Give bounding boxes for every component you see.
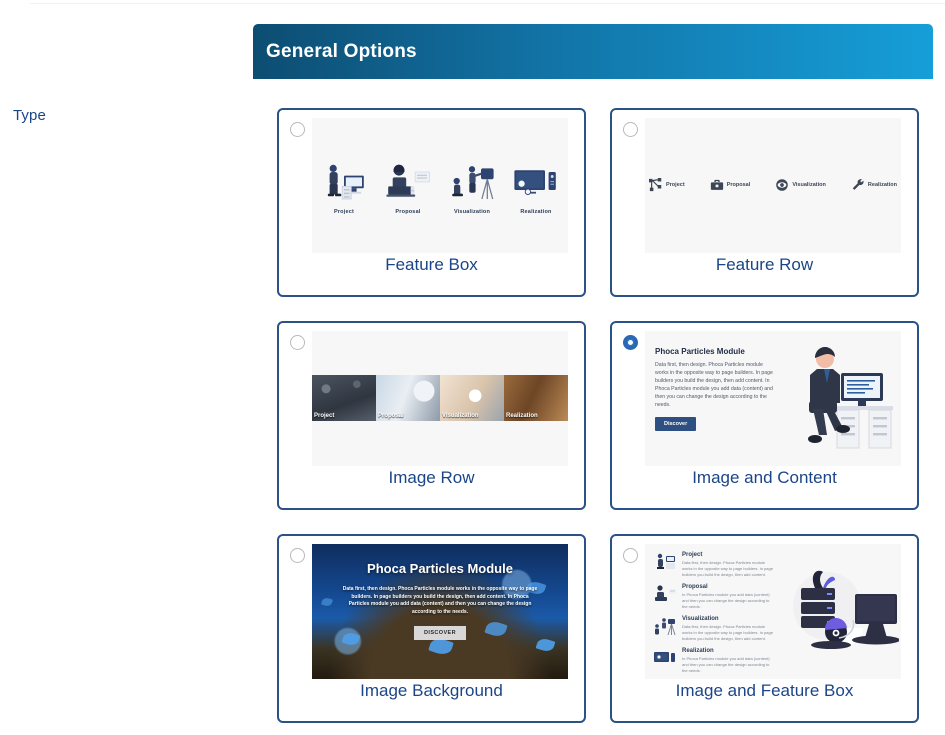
feature-row-item: Proposal: [710, 178, 751, 192]
image-row-item-caption: Realization: [506, 413, 538, 419]
item-heading: Visualization: [682, 616, 719, 622]
image-background-content: Phoca Particles Module Data first, then …: [312, 544, 568, 679]
man-at-desk-illustration: [779, 343, 897, 455]
feature-row-items: Project Proposal Visualization Realizati…: [649, 178, 897, 192]
feature-box-item: Realization: [504, 156, 568, 215]
feature-box-item-caption: Proposal: [395, 209, 421, 215]
preview-image-background: Phoca Particles Module Data first, then …: [312, 544, 568, 679]
general-options-panel: General Options: [253, 24, 933, 79]
item-heading: Project: [682, 552, 703, 558]
feature-box-item: Visualization: [440, 156, 504, 215]
feature-box-item: Project: [312, 156, 376, 215]
option-card-image-and-content[interactable]: Phoca Particles Module Data first, then …: [610, 321, 919, 510]
option-card-feature-row[interactable]: Project Proposal Visualization Realizati…: [610, 108, 919, 297]
option-label-image-and-feature-box: Image and Feature Box: [675, 681, 854, 700]
feature-row-item-caption: Project: [666, 182, 685, 188]
person-laptop-icon: [655, 585, 676, 601]
monitor-tower-illustration: [504, 156, 568, 204]
type-option-list: Project Proposal Visualization Realizati…: [277, 108, 919, 723]
feature-box-item-caption: Visualization: [453, 209, 491, 215]
image-and-content-text: Phoca Particles Module Data first, then …: [655, 347, 777, 432]
radio-image-and-content[interactable]: [623, 335, 638, 350]
image-background-body: Data first, then design. Phoca Particles…: [342, 586, 538, 615]
image-and-feature-box-item: Realization In Phoca Particles module yo…: [653, 648, 773, 674]
eye-icon: [776, 179, 789, 191]
option-label-image-background: Image Background: [360, 681, 503, 700]
image-row-items: Project Proposal Visualization Realizati…: [312, 375, 568, 421]
feature-row-item-caption: Realization: [867, 182, 897, 188]
image-and-feature-box-item: Visualization Data first, then design. P…: [653, 616, 773, 642]
preview-image-row: Project Proposal Visualization Realizati…: [312, 331, 568, 466]
image-and-feature-box-item: Project Data first, then design. Phoca P…: [653, 552, 773, 578]
preview-feature-box: Project Proposal Visualization Realizati…: [312, 118, 568, 253]
feature-row-item: Project: [649, 178, 685, 192]
type-field-label: Type: [13, 107, 46, 124]
option-label-image-and-content: Image and Content: [692, 468, 837, 487]
feature-row-item-caption: Visualization: [792, 182, 826, 188]
briefcase-icon: [710, 179, 723, 190]
option-label-feature-box: Feature Box: [385, 255, 478, 274]
option-card-image-row[interactable]: Project Proposal Visualization Realizati…: [277, 321, 586, 510]
item-body: Data first, then design. Phoca Particles…: [682, 624, 773, 641]
feature-row-item: Realization: [851, 178, 897, 192]
image-and-content-body: Data first, then design. Phoca Particles…: [655, 362, 773, 409]
radio-image-background[interactable]: [290, 548, 305, 563]
discover-button[interactable]: Discover: [655, 417, 697, 432]
image-row-item: Project: [312, 375, 376, 421]
feature-box-item-caption: Project: [333, 209, 355, 215]
item-heading: Proposal: [682, 584, 708, 590]
image-row-item-caption: Project: [314, 413, 335, 419]
item-body: In Phoca Particles module you add data (…: [682, 656, 770, 673]
image-row-item: Realization: [504, 375, 568, 421]
option-label-image-row: Image Row: [388, 468, 475, 487]
person-desk-illustration: [312, 156, 376, 204]
preview-image-and-feature-box: Project Data first, then design. Phoca P…: [645, 544, 901, 679]
option-card-image-and-feature-box[interactable]: Project Data first, then design. Phoca P…: [610, 534, 919, 723]
servers-monitor-mascot-illustration: [779, 566, 900, 661]
image-background-heading: Phoca Particles Module: [367, 561, 513, 576]
image-and-content-heading: Phoca Particles Module: [655, 347, 745, 356]
feature-box-item-caption: Realization: [520, 209, 552, 215]
radio-image-row[interactable]: [290, 335, 305, 350]
panel-header: General Options: [253, 24, 933, 79]
option-card-feature-box[interactable]: Project Proposal Visualization Realizati…: [277, 108, 586, 297]
option-card-image-background[interactable]: Phoca Particles Module Data first, then …: [277, 534, 586, 723]
discover-button[interactable]: DISCOVER: [414, 626, 466, 640]
panel-title: General Options: [266, 40, 417, 62]
photo-studio-illustration: [440, 156, 504, 204]
image-row-item: Visualization: [440, 375, 504, 421]
radio-feature-row[interactable]: [623, 122, 638, 137]
image-row-item-caption: Visualization: [442, 413, 479, 419]
wrench-icon: [852, 179, 864, 190]
feature-box-items: Project Proposal Visualization Realizati…: [312, 156, 568, 215]
feature-row-item: Visualization: [775, 178, 826, 192]
radio-feature-box[interactable]: [290, 122, 305, 137]
preview-feature-row: Project Proposal Visualization Realizati…: [645, 118, 901, 253]
image-row-item: Proposal: [376, 375, 440, 421]
image-and-feature-box-item: Proposal In Phoca Particles module you a…: [653, 584, 773, 610]
preview-image-and-content: Phoca Particles Module Data first, then …: [645, 331, 901, 466]
sitemap-icon: [649, 178, 662, 192]
image-row-item-caption: Proposal: [378, 413, 404, 419]
monitor-tower-icon: [654, 652, 675, 662]
feature-box-item: Proposal: [376, 156, 440, 215]
photo-studio-icon: [655, 618, 676, 636]
radio-image-and-feature-box[interactable]: [623, 548, 638, 563]
options-page: Type General Options Project Proposal Vi…: [0, 0, 945, 735]
top-divider: [30, 3, 945, 4]
item-heading: Realization: [682, 648, 714, 654]
item-body: In Phoca Particles module you add data (…: [682, 592, 770, 609]
person-laptop-illustration: [376, 156, 440, 204]
option-label-feature-row: Feature Row: [715, 255, 814, 274]
image-and-feature-box-items: Project Data first, then design. Phoca P…: [653, 552, 773, 679]
item-body: Data first, then design. Phoca Particles…: [682, 560, 773, 577]
feature-row-item-caption: Proposal: [726, 182, 751, 188]
person-desk-icon: [657, 553, 675, 569]
